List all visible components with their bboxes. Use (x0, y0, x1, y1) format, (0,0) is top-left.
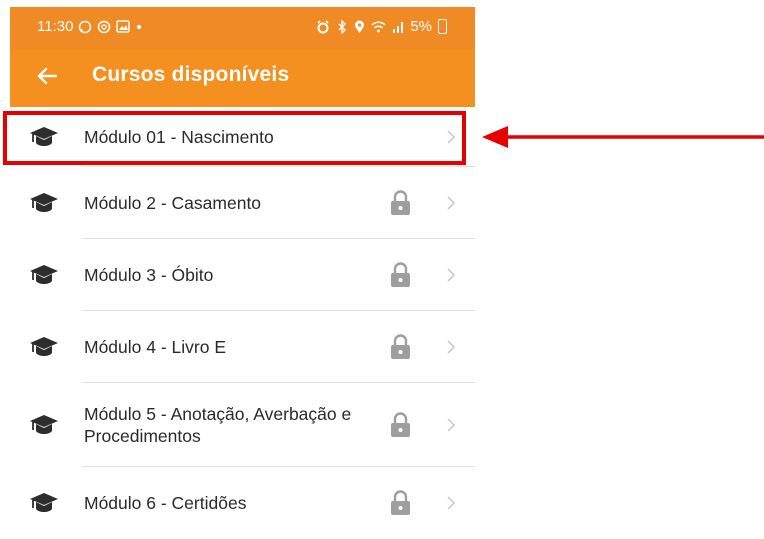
whatsapp-icon (78, 20, 92, 34)
course-label: Módulo 4 - Livro E (84, 337, 227, 357)
gallery-icon (116, 20, 131, 33)
wifi-icon (371, 20, 386, 33)
arrow-left-icon[interactable] (36, 65, 58, 87)
lock-icon (391, 334, 410, 359)
graduation-cap-icon (30, 493, 58, 512)
lock-icon (391, 262, 410, 287)
course-list: Módulo 01 - Nascimento Módulo 2 - Casame… (10, 107, 475, 539)
lock-icon (391, 490, 410, 515)
graduation-cap-icon (30, 337, 58, 356)
graduation-cap-icon (30, 193, 58, 212)
course-label: Módulo 6 - Certidões (84, 493, 247, 513)
red-pointer-arrow (482, 126, 764, 148)
lock-icon (391, 190, 410, 215)
chevron-right-icon (447, 196, 456, 210)
graduation-cap-icon (30, 265, 58, 284)
lock-icon (391, 412, 410, 437)
chevron-right-icon (447, 418, 456, 432)
phone-screen: 11:30 5% Cursos disponíveis Módulo 01 - … (10, 0, 475, 533)
page-title: Cursos disponíveis (92, 63, 290, 86)
battery-percent: 5% (410, 18, 432, 35)
course-item-03[interactable]: Módulo 3 - Óbito (10, 239, 475, 311)
highlight-box (3, 111, 466, 165)
status-bar: 11:30 5% (10, 7, 475, 49)
chevron-right-icon (447, 268, 456, 282)
chevron-right-icon (447, 340, 456, 354)
course-label: Módulo 5 - Anotação, Averbação e Procedi… (84, 404, 352, 446)
dot-icon (135, 23, 143, 31)
course-label: Módulo 3 - Óbito (84, 265, 214, 285)
course-item-02[interactable]: Módulo 2 - Casamento (10, 167, 475, 239)
course-item-04[interactable]: Módulo 4 - Livro E (10, 311, 475, 383)
location-icon (354, 20, 365, 34)
signal-icon (392, 21, 404, 33)
status-left: 11:30 (37, 18, 143, 35)
course-item-05[interactable]: Módulo 5 - Anotação, Averbação e Procedi… (10, 383, 475, 467)
bluetooth-icon (336, 19, 348, 34)
course-item-06[interactable]: Módulo 6 - Certidões (10, 467, 475, 539)
battery-icon (438, 19, 447, 34)
graduation-cap-icon (30, 415, 58, 434)
status-right: 5% (316, 18, 447, 35)
instagram-icon (97, 20, 111, 34)
chevron-right-icon (447, 496, 456, 510)
alarm-icon (316, 19, 330, 34)
course-label: Módulo 2 - Casamento (84, 193, 262, 213)
status-time: 11:30 (37, 18, 74, 35)
app-bar: Cursos disponíveis (10, 49, 475, 107)
